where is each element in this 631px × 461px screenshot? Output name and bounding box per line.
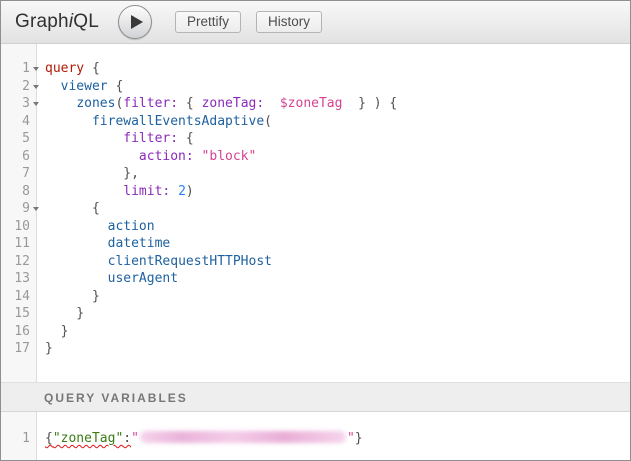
play-icon	[131, 15, 143, 29]
line-number: 13	[1, 270, 30, 288]
variables-editor[interactable]: 1 {"zoneTag":""}	[1, 412, 630, 460]
code-text: filter: {	[41, 130, 194, 148]
graphiql-window: GraphiQL Prettify History 1query {2 view…	[0, 0, 631, 461]
code-line[interactable]: 16 }	[1, 323, 630, 341]
code-text: }	[41, 323, 68, 341]
query-variables-title: QUERY VARIABLES	[44, 391, 188, 405]
line-number: 1	[1, 430, 30, 448]
code-text: action: "block"	[41, 148, 256, 166]
code-line[interactable]: 13 userAgent	[1, 270, 630, 288]
code-text: firewallEventsAdaptive(	[41, 113, 272, 131]
logo-text-post: QL	[73, 11, 99, 32]
code-line[interactable]: 14 }	[1, 288, 630, 306]
query-variables-title-bar[interactable]: QUERY VARIABLES	[1, 382, 630, 412]
code-text: datetime	[41, 235, 170, 253]
query-editor[interactable]: 1query {2 viewer {3 zones(filter: { zone…	[1, 44, 630, 382]
code-text: }	[41, 288, 100, 306]
history-button[interactable]: History	[256, 11, 322, 33]
json-key: "zoneTag"	[53, 431, 123, 446]
redacted-zone-id-value	[140, 431, 346, 443]
code-text: query {	[41, 60, 100, 78]
line-number: 15	[1, 305, 30, 323]
code-line[interactable]: 15 }	[1, 305, 630, 323]
fold-arrow-icon[interactable]	[33, 207, 39, 211]
code-line[interactable]: 5 filter: {	[1, 130, 630, 148]
code-line[interactable]: 1 query {	[1, 60, 630, 78]
prettify-button[interactable]: Prettify	[175, 11, 241, 33]
line-number: 3	[1, 95, 30, 113]
code-text: },	[41, 165, 139, 183]
logo-text-pre: Graph	[15, 11, 69, 32]
graphiql-logo: GraphiQL	[15, 11, 99, 33]
variables-line[interactable]: 1 {"zoneTag":""}	[1, 430, 630, 448]
line-number: 4	[1, 113, 30, 131]
code-line[interactable]: 6 action: "block"	[1, 148, 630, 166]
code-text: zones(filter: { zoneTag: $zoneTag } ) {	[41, 95, 397, 113]
fold-arrow-icon[interactable]	[33, 85, 39, 89]
fold-arrow-icon[interactable]	[33, 102, 39, 106]
code-line[interactable]: 2 viewer {	[1, 78, 630, 96]
line-number: 2	[1, 78, 30, 96]
line-number: 17	[1, 340, 30, 358]
code-line[interactable]: 9 {	[1, 200, 630, 218]
code-text: limit: 2)	[41, 183, 194, 201]
line-number: 8	[1, 183, 30, 201]
code-text: }	[41, 340, 53, 358]
execute-query-button[interactable]	[118, 5, 152, 39]
code-line[interactable]: 4 firewallEventsAdaptive(	[1, 113, 630, 131]
json-error-squiggle: {"zoneTag":	[45, 431, 131, 446]
line-number: 14	[1, 288, 30, 306]
line-number: 6	[1, 148, 30, 166]
code-line[interactable]: 11 datetime	[1, 235, 630, 253]
line-number: 11	[1, 235, 30, 253]
line-number: 9	[1, 200, 30, 218]
line-number: 12	[1, 253, 30, 271]
code-text: viewer {	[41, 78, 123, 96]
line-number: 7	[1, 165, 30, 183]
code-text: action	[41, 218, 155, 236]
code-line[interactable]: 8 limit: 2)	[1, 183, 630, 201]
topbar: GraphiQL Prettify History	[1, 1, 630, 44]
code-line[interactable]: 7 },	[1, 165, 630, 183]
line-number: 16	[1, 323, 30, 341]
code-text: clientRequestHTTPHost	[41, 253, 272, 271]
line-number: 10	[1, 218, 30, 236]
fold-arrow-icon[interactable]	[33, 67, 39, 71]
code-text: {	[41, 200, 100, 218]
line-number: 5	[1, 130, 30, 148]
code-line[interactable]: 17}	[1, 340, 630, 358]
code-text: userAgent	[41, 270, 178, 288]
code-text: }	[41, 305, 84, 323]
code-line[interactable]: 3 zones(filter: { zoneTag: $zoneTag } ) …	[1, 95, 630, 113]
code-line[interactable]: 12 clientRequestHTTPHost	[1, 253, 630, 271]
line-number: 1	[1, 60, 30, 78]
code-line[interactable]: 10 action	[1, 218, 630, 236]
query-code[interactable]: 1query {2 viewer {3 zones(filter: { zone…	[1, 44, 630, 358]
